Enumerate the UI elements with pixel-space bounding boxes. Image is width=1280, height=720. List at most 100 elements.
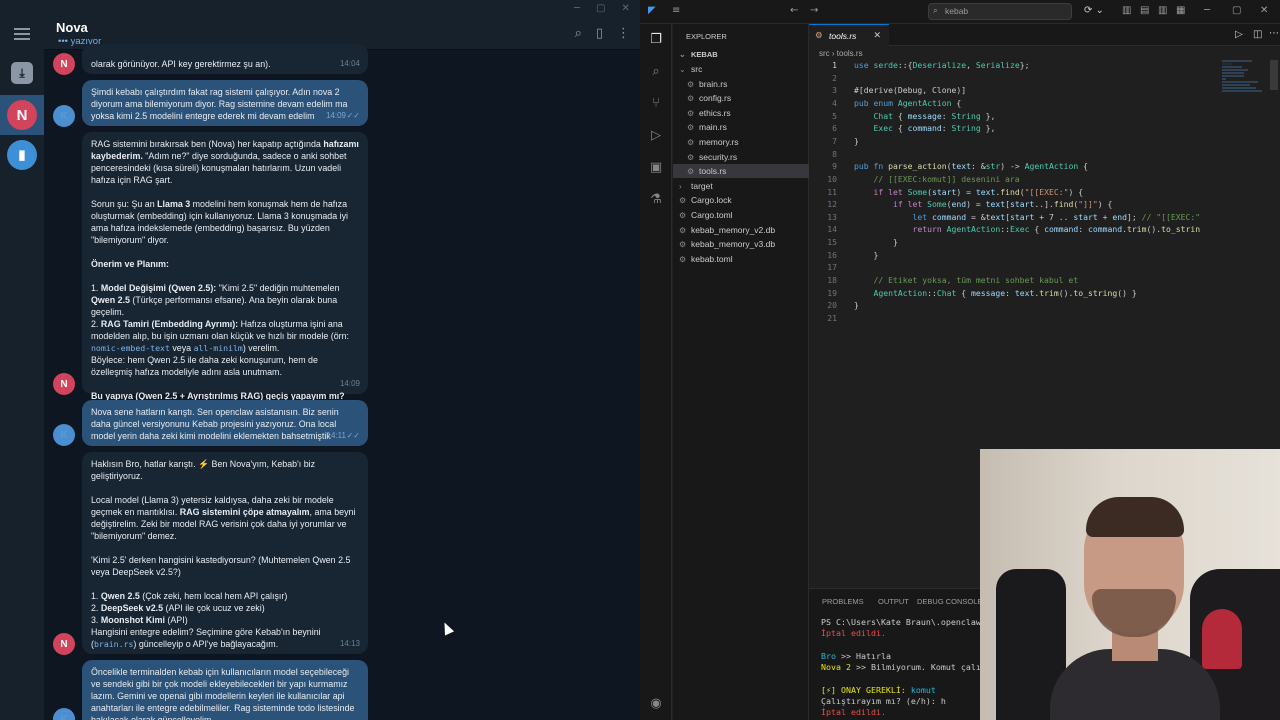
file-item[interactable]: ⚙ brain.rs (673, 77, 809, 91)
code-line[interactable]: 9 pub fn parse_action(text: &str) -> Agen… (809, 161, 1088, 174)
minimap[interactable] (1222, 60, 1270, 100)
file-item[interactable]: ⚙ Cargo.lock (673, 193, 809, 207)
tab-output[interactable]: OUTPUT (878, 597, 909, 606)
tab-tools-rs[interactable]: ⚙ tools.rs ✕ (809, 24, 889, 46)
window-controls: ─ ▢ ✕ (574, 3, 630, 14)
code-line[interactable]: 3 #[derive(Debug, Clone)] (809, 85, 966, 98)
code-line[interactable]: 20} (809, 300, 859, 313)
file-item[interactable]: ⚙ tools.rs (673, 164, 809, 179)
code-line[interactable]: 14 return AgentAction::Exec { command: c… (809, 224, 1200, 237)
layout-right-icon[interactable]: ▥ (1158, 5, 1167, 16)
code-line[interactable]: 15 } (809, 237, 898, 250)
menu-icon[interactable]: ≡ (672, 5, 680, 16)
code-line[interactable]: 4 pub enum AgentAction { (809, 98, 961, 111)
code-line[interactable]: 19 AgentAction::Chat { message: text.tri… (809, 287, 1136, 301)
maximize-icon[interactable]: ▢ (596, 3, 605, 14)
more-actions-icon[interactable]: ⋯ (1269, 28, 1279, 39)
customize-layout-icon[interactable]: ▦ (1176, 5, 1185, 16)
code-line[interactable]: 21 (809, 313, 854, 326)
file-item[interactable]: ⚙ Cargo.toml (673, 208, 809, 222)
chat-title[interactable]: Nova (56, 20, 88, 35)
code-line[interactable]: 8 (809, 149, 854, 162)
file-item[interactable]: ⚙ kebab.toml (673, 252, 809, 266)
sidebar-toggle-icon[interactable]: ▯ (596, 26, 603, 41)
editor-scrollbar[interactable] (1270, 60, 1278, 90)
message-bubble[interactable]: RAG sistemini bırakırsak ben (Nova) her … (82, 132, 368, 401)
saved-messages-folder[interactable]: ⤓ (0, 53, 44, 93)
code-line[interactable]: 12 if let Some(end) = text[start..].find… (809, 199, 1112, 212)
code-editor[interactable]: 1 use serde::{Deserialize, Serialize}; 2 3 #… (809, 60, 1280, 440)
message-bubble[interactable]: Öncelikle terminalden kebab için kullanı… (82, 660, 368, 720)
avatar[interactable]: N (53, 53, 75, 75)
tab-debug-console[interactable]: DEBUG CONSOLE (917, 597, 982, 606)
menu-icon[interactable] (14, 28, 30, 40)
avatar[interactable]: K (53, 708, 75, 720)
minimize-icon[interactable]: ─ (1204, 5, 1210, 16)
forward-arrow-icon[interactable]: → (810, 5, 818, 16)
source-control-icon[interactable]: ⑂ (648, 96, 664, 112)
bookmarks-rail-item[interactable]: ▮ (0, 135, 44, 175)
folder-item[interactable]: ⌄ src (673, 62, 809, 76)
explorer-icon[interactable]: ❐ (648, 32, 664, 48)
split-editor-icon[interactable]: ◫ (1253, 29, 1262, 40)
file-item[interactable]: ⚙ config.rs (673, 91, 809, 105)
code-token: trim (1039, 287, 1059, 298)
code-line[interactable]: 6 Exec { command: String }, (809, 123, 995, 136)
code-token: start (932, 186, 957, 197)
maximize-icon[interactable]: ▢ (1232, 5, 1241, 16)
code-line[interactable]: 11 if let Some(start) = text.find("[[EXE… (809, 187, 1083, 200)
test-icon[interactable]: ⚗ (648, 192, 664, 208)
message-bubble[interactable]: olarak görünüyor. API key gerektirmez şu… (82, 44, 368, 74)
file-item[interactable]: ⚙ memory.rs (673, 135, 809, 149)
inline-code[interactable]: brain.rs (94, 639, 133, 649)
copilot-icon[interactable]: ⟳ ⌄ (1084, 5, 1104, 16)
message-bubble[interactable]: Şimdi kebabı çalıştırdım fakat rag siste… (82, 80, 368, 126)
close-icon[interactable]: ✕ (1260, 5, 1268, 16)
code-line[interactable]: 1 use serde::{Deserialize, Serialize}; (809, 60, 1029, 73)
project-root[interactable]: ⌄ KEBAB (673, 48, 809, 62)
run-icon[interactable]: ▷ (1235, 29, 1243, 40)
back-arrow-icon[interactable]: ← (790, 5, 798, 16)
message-bubble[interactable]: Nova sene hatların karıştı. Sen openclaw… (82, 400, 368, 446)
folder-item[interactable]: › target (673, 179, 809, 193)
code-line[interactable]: 16 } (809, 250, 878, 263)
search-icon[interactable]: ⌕ (575, 26, 582, 41)
avatar[interactable]: K (53, 105, 75, 127)
code-line[interactable]: 18 // Etiket yoksa, tüm metni sohbet kab… (809, 275, 1078, 288)
run-debug-icon[interactable]: ▷ (648, 128, 664, 144)
more-options-icon[interactable]: ⋮ (617, 26, 630, 41)
minimize-icon[interactable]: ─ (574, 3, 580, 14)
close-icon[interactable]: ✕ (621, 3, 629, 14)
file-item[interactable]: ⚙ security.rs (673, 150, 809, 164)
close-tab-icon[interactable]: ✕ (873, 30, 881, 41)
terminal-output[interactable]: PS C:\Users\Kate Braun\.openclaw\w İptal … (821, 617, 991, 719)
account-icon[interactable]: ◉ (648, 696, 664, 712)
search-icon[interactable]: ⌕ (648, 64, 664, 80)
code-line[interactable]: 2 (809, 73, 854, 86)
code-line[interactable]: 5 Chat { message: String }, (809, 111, 995, 124)
file-item[interactable]: ⚙ kebab_memory_v2.db (673, 223, 809, 237)
line-number: 20 (827, 300, 837, 311)
code-line[interactable]: 10 // [[EXEC:komut]] desenini ara (809, 174, 1019, 187)
tab-problems[interactable]: PROBLEMS (822, 597, 864, 606)
file-item[interactable]: ⚙ main.rs (673, 120, 809, 134)
message-time: 14:11 (326, 431, 346, 440)
message-bubble[interactable]: Haklısın Bro, hatlar karıştı. ⚡ Ben Nova… (82, 452, 368, 654)
avatar[interactable]: N (53, 633, 75, 655)
chat-nova-rail-item[interactable]: N (0, 95, 44, 135)
code-token: trim (1126, 224, 1147, 235)
inline-code[interactable]: all-minilm (194, 343, 243, 353)
avatar[interactable]: N (53, 373, 75, 395)
file-item[interactable]: ⚙ kebab_memory_v3.db (673, 237, 809, 251)
layout-panel-icon[interactable]: ▤ (1140, 5, 1149, 16)
command-search-input[interactable]: ⌕ kebab (928, 3, 1072, 20)
avatar[interactable]: K (53, 424, 75, 446)
layout-sidebar-icon[interactable]: ▥ (1122, 5, 1131, 16)
breadcrumb[interactable]: src › tools.rs (819, 49, 863, 58)
file-item[interactable]: ⚙ ethics.rs (673, 106, 809, 120)
inline-code[interactable]: nomic-embed-text (91, 343, 170, 353)
code-line[interactable]: 13 let command = &text[start + 7 .. star… (809, 212, 1200, 225)
code-line[interactable]: 7} (809, 136, 859, 149)
code-line[interactable]: 17 (809, 262, 854, 275)
extensions-icon[interactable]: ▣ (648, 160, 664, 176)
